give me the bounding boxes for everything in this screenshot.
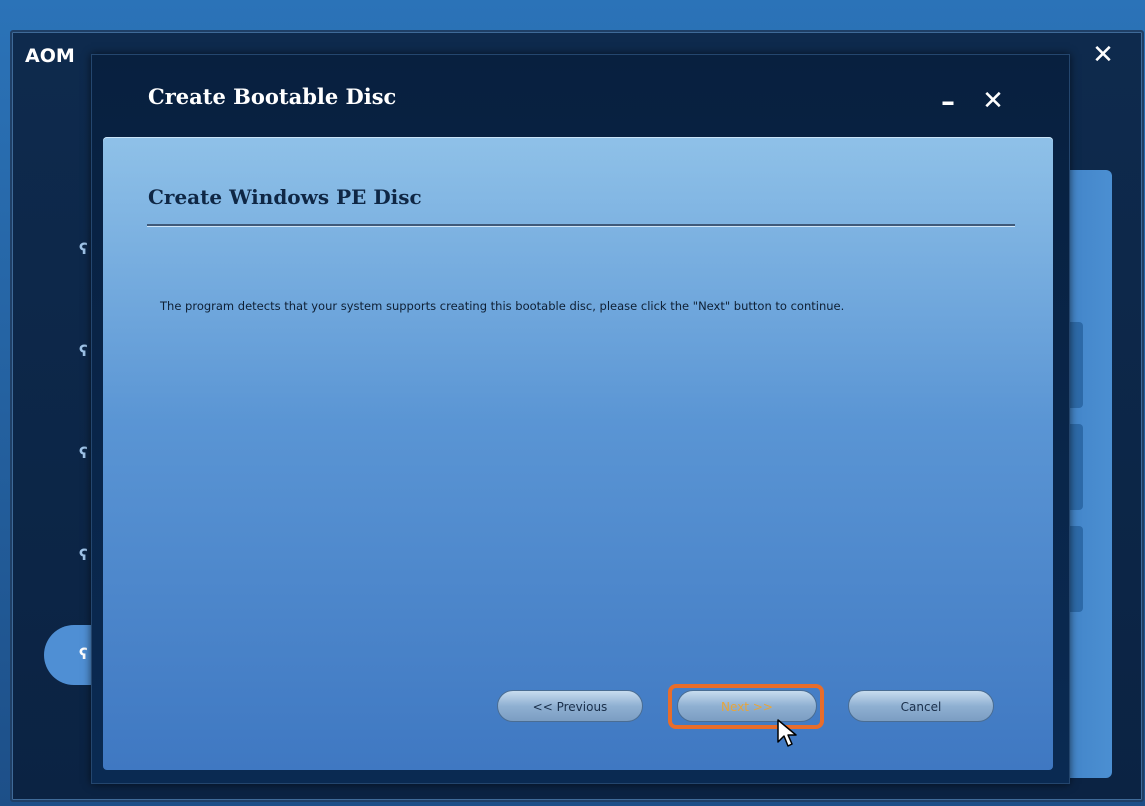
heading-divider: [147, 224, 1015, 226]
cancel-button[interactable]: Cancel: [848, 690, 994, 722]
previous-button[interactable]: << Previous: [497, 690, 643, 722]
info-message: The program detects that your system sup…: [160, 299, 845, 313]
background-close-icon[interactable]: ✕: [1090, 42, 1116, 68]
minimize-icon[interactable]: –: [936, 88, 960, 116]
mouse-pointer-icon: [777, 719, 797, 747]
dialog-title: Create Bootable Disc: [148, 84, 397, 109]
close-icon[interactable]: ✕: [980, 88, 1006, 114]
content-panel: [103, 137, 1053, 770]
background-app-title: AOM: [25, 45, 75, 67]
page-heading: Create Windows PE Disc: [148, 185, 422, 209]
